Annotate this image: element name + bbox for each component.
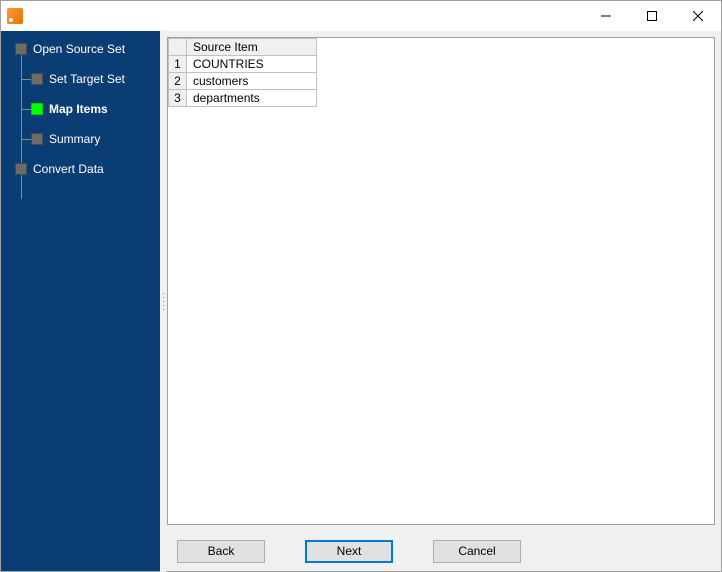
row-number: 1 xyxy=(169,56,187,73)
step-box-icon xyxy=(31,133,43,145)
close-icon xyxy=(693,11,703,21)
cell-source-item[interactable]: customers xyxy=(187,73,317,90)
maximize-button[interactable] xyxy=(629,1,675,31)
source-item-table: Source Item 1 COUNTRIES 2 customers xyxy=(168,38,317,107)
close-button[interactable] xyxy=(675,1,721,31)
step-box-icon xyxy=(31,103,43,115)
step-summary[interactable]: Summary xyxy=(1,129,161,149)
app-icon xyxy=(7,8,23,24)
row-number: 2 xyxy=(169,73,187,90)
button-bar: Back Next Cancel xyxy=(161,531,721,571)
table-row[interactable]: 2 customers xyxy=(169,73,317,90)
step-open-source-set[interactable]: Open Source Set xyxy=(1,39,161,59)
step-map-items[interactable]: Map Items xyxy=(1,99,161,119)
titlebar-left xyxy=(7,8,23,24)
step-set-target-set[interactable]: Set Target Set xyxy=(1,69,161,89)
table-corner-cell[interactable] xyxy=(169,39,187,56)
content-area: Open Source Set Set Target Set Map Items… xyxy=(1,31,721,571)
next-button[interactable]: Next xyxy=(305,540,393,563)
wizard-window: Open Source Set Set Target Set Map Items… xyxy=(0,0,722,572)
cell-source-item[interactable]: COUNTRIES xyxy=(187,56,317,73)
splitter-handle[interactable] xyxy=(160,31,166,571)
step-box-icon xyxy=(15,43,27,55)
titlebar xyxy=(1,1,721,31)
step-label: Set Target Set xyxy=(49,72,125,86)
main-panel: Source Item 1 COUNTRIES 2 customers xyxy=(161,31,721,571)
step-label: Open Source Set xyxy=(33,42,125,56)
step-convert-data[interactable]: Convert Data xyxy=(1,159,161,179)
step-box-icon xyxy=(15,163,27,175)
minimize-icon xyxy=(601,11,611,21)
splitter-grip-icon xyxy=(163,293,164,310)
step-box-icon xyxy=(31,73,43,85)
window-controls xyxy=(583,1,721,31)
step-label: Convert Data xyxy=(33,162,104,176)
column-header-source-item[interactable]: Source Item xyxy=(187,39,317,56)
cell-source-item[interactable]: departments xyxy=(187,90,317,107)
wizard-sidebar: Open Source Set Set Target Set Map Items… xyxy=(1,31,161,571)
source-item-table-area: Source Item 1 COUNTRIES 2 customers xyxy=(167,37,715,525)
back-button[interactable]: Back xyxy=(177,540,265,563)
maximize-icon xyxy=(647,11,657,21)
step-label: Summary xyxy=(49,132,100,146)
step-label: Map Items xyxy=(49,102,108,116)
cancel-button[interactable]: Cancel xyxy=(433,540,521,563)
minimize-button[interactable] xyxy=(583,1,629,31)
table-row[interactable]: 3 departments xyxy=(169,90,317,107)
row-number: 3 xyxy=(169,90,187,107)
table-row[interactable]: 1 COUNTRIES xyxy=(169,56,317,73)
